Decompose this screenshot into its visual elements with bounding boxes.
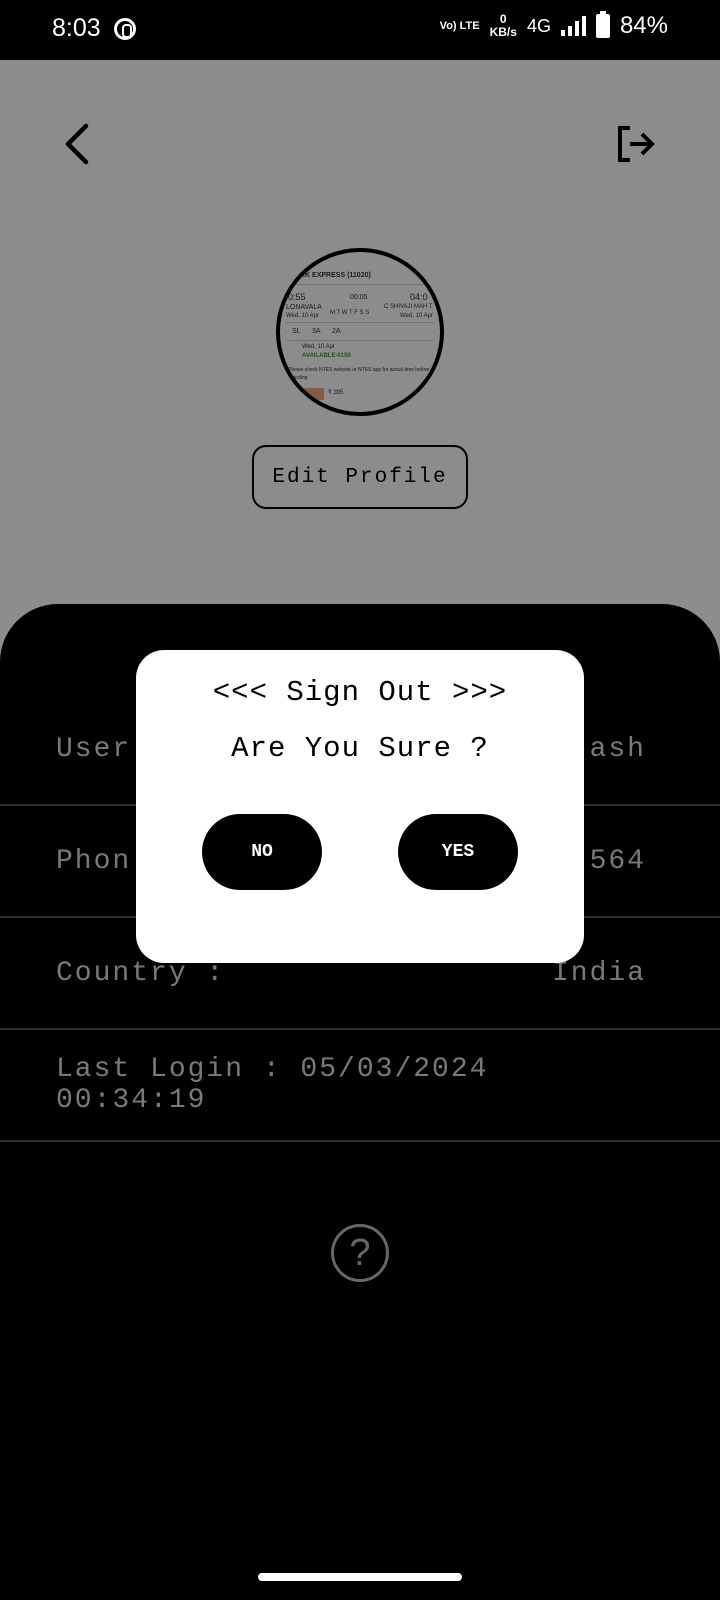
status-bar: 8:03 Vo) LTE 0 KB/s 4G 84% bbox=[0, 0, 720, 60]
signal-icon bbox=[560, 16, 586, 36]
home-indicator[interactable] bbox=[258, 1573, 462, 1581]
network-speed-unit: KB/s bbox=[489, 25, 517, 39]
network-speed-value: 0 bbox=[499, 12, 507, 26]
network-type: 4G bbox=[526, 15, 551, 36]
notification-app-icon bbox=[114, 18, 136, 40]
sign-out-dialog: <<< Sign Out >>> Are You Sure ? NO YES bbox=[136, 650, 584, 963]
network-speed: 0 KB/s bbox=[490, 13, 517, 39]
status-indicators: Vo) LTE 0 KB/s 4G 84% bbox=[439, 11, 668, 40]
volte-icon: Vo) LTE bbox=[439, 19, 480, 32]
battery-percent: 84% bbox=[619, 12, 668, 39]
dialog-title: <<< Sign Out >>> bbox=[212, 676, 508, 709]
status-time: 8:03 bbox=[52, 14, 101, 42]
yes-button[interactable]: YES bbox=[398, 814, 518, 890]
dialog-message: Are You Sure ? bbox=[231, 732, 489, 765]
battery-icon bbox=[595, 11, 610, 38]
no-button[interactable]: NO bbox=[202, 814, 322, 890]
